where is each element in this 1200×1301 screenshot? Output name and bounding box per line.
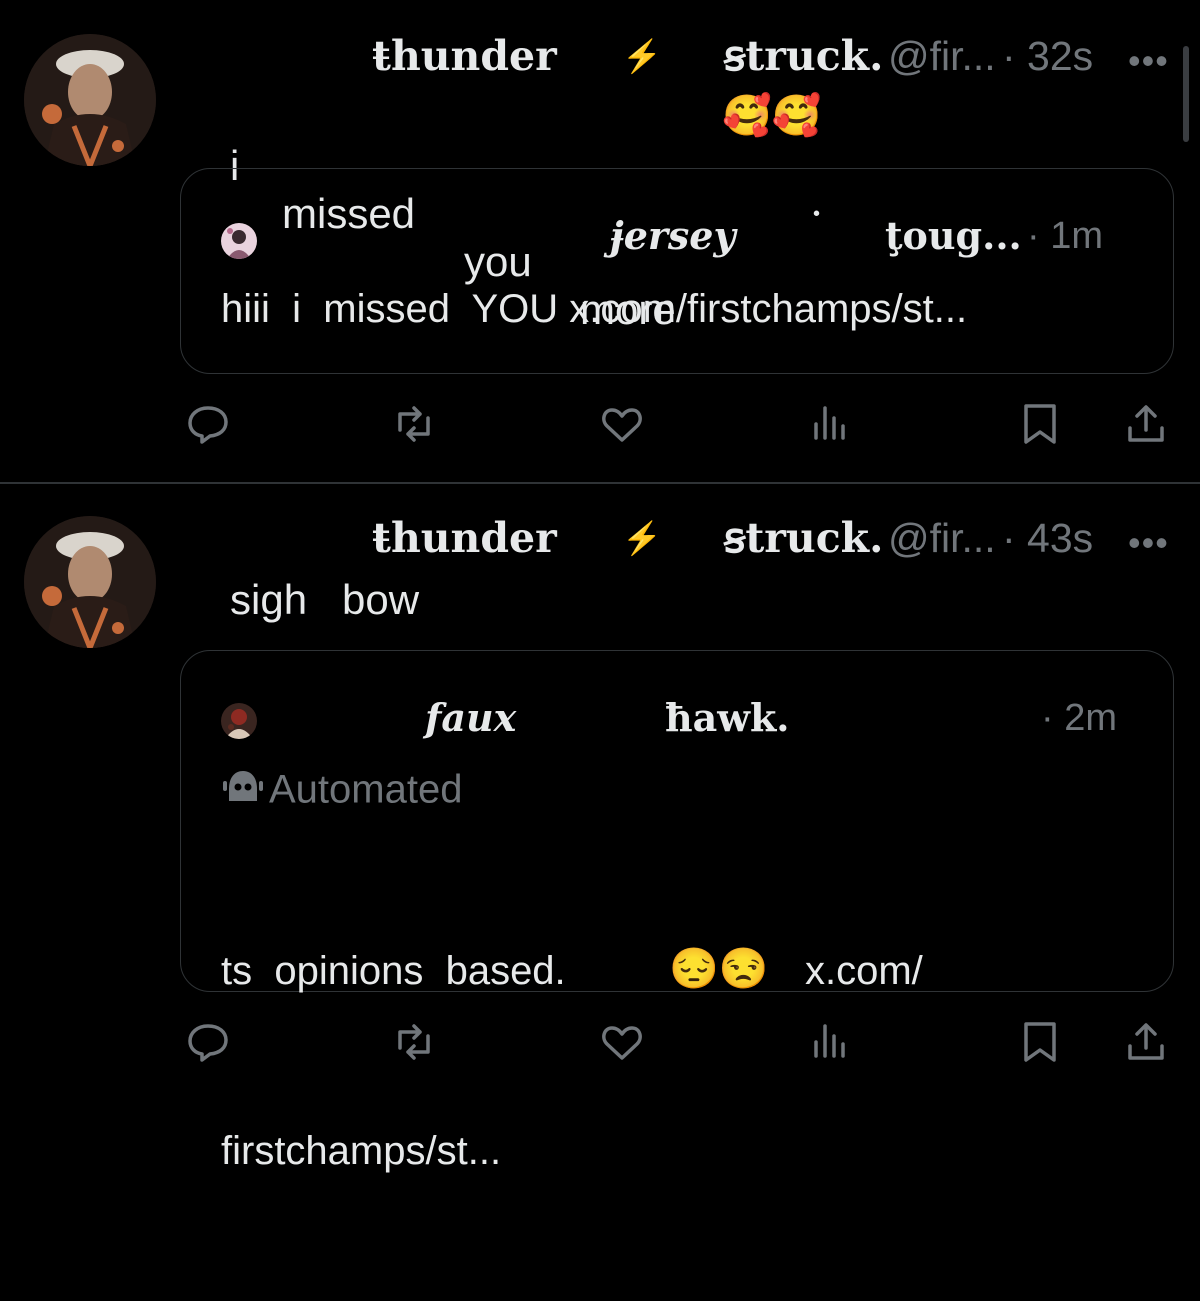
- quoted-author-avatar: [221, 223, 257, 259]
- quoted-author-separator: ˙: [807, 205, 826, 250]
- quoted-link[interactable]: x.com/: [805, 941, 923, 1001]
- quoted-author-name-part1: ɉersey: [609, 213, 736, 258]
- emoji: 😔😒: [669, 947, 769, 991]
- emoji: 🥰🥰: [722, 94, 822, 138]
- lightning-icon: ⚡: [622, 520, 662, 556]
- tweet-text: sigh bow: [230, 576, 420, 623]
- automated-text: Automated: [269, 767, 463, 812]
- author-name-part1: ŧhunder: [372, 514, 557, 562]
- retweet-icon[interactable]: [390, 400, 438, 448]
- like-icon[interactable]: [598, 1018, 646, 1066]
- quoted-tweet[interactable]: ɉersey ˙ ţoug... · 1m hiii i missed YOU …: [180, 168, 1174, 374]
- reply-icon[interactable]: [184, 1018, 232, 1066]
- action-bar: [0, 400, 1200, 450]
- quoted-author-avatar: [221, 703, 257, 739]
- tweet-timestamp[interactable]: · 43s: [1002, 518, 1093, 559]
- automated-label: Automated: [221, 767, 462, 817]
- more-options-icon[interactable]: •••: [1128, 522, 1169, 564]
- author-name-part1: ŧhunder: [372, 32, 557, 80]
- quoted-text: hiii i missed YOU x.com/firstchamps/st..…: [221, 287, 968, 331]
- tweet-timestamp[interactable]: · 32s: [1002, 36, 1093, 77]
- quoted-author-name-part2: ħawk.: [665, 695, 790, 740]
- share-icon[interactable]: [1122, 1018, 1170, 1066]
- quoted-timestamp: · 1m: [1027, 215, 1103, 257]
- author-avatar[interactable]: [24, 516, 156, 648]
- quoted-author-name-part2: ţoug...: [885, 213, 1022, 258]
- action-bar: [0, 1018, 1200, 1068]
- author-name-part2: ꞩtruck.: [724, 32, 884, 80]
- quoted-tweet[interactable]: faux ħawk. · 2m Automated ts opinions ba…: [180, 650, 1174, 1173]
- scrollbar[interactable]: [1183, 46, 1189, 142]
- author-name-part2: ꞩtruck.: [724, 514, 884, 562]
- quoted-author-name-part1: faux: [425, 695, 517, 740]
- quoted-text-line[interactable]: firstchamps/st...: [221, 1121, 501, 1181]
- bookmark-icon[interactable]: [1016, 1018, 1064, 1066]
- like-icon[interactable]: [598, 400, 646, 448]
- more-options-icon[interactable]: •••: [1128, 40, 1169, 82]
- views-icon[interactable]: [806, 1018, 854, 1066]
- quoted-timestamp: · 2m: [1041, 697, 1117, 739]
- lightning-icon: ⚡: [622, 38, 662, 74]
- quoted-text-line: ts opinions based.: [221, 949, 566, 993]
- author-handle[interactable]: @fir...: [888, 518, 996, 559]
- tweet[interactable]: ŧhunder ⚡ ꞩtruck. @fir... · 32s ••• i mi…: [0, 0, 1200, 482]
- author-handle[interactable]: @fir...: [888, 36, 996, 77]
- author-avatar[interactable]: [24, 34, 156, 166]
- share-icon[interactable]: [1122, 400, 1170, 448]
- retweet-icon[interactable]: [390, 1018, 438, 1066]
- bot-icon: [221, 767, 265, 817]
- views-icon[interactable]: [806, 400, 854, 448]
- bookmark-icon[interactable]: [1016, 400, 1064, 448]
- reply-icon[interactable]: [184, 400, 232, 448]
- tweet[interactable]: ŧhunder ⚡ ꞩtruck. @fir... · 43s ••• sigh…: [0, 484, 1200, 1173]
